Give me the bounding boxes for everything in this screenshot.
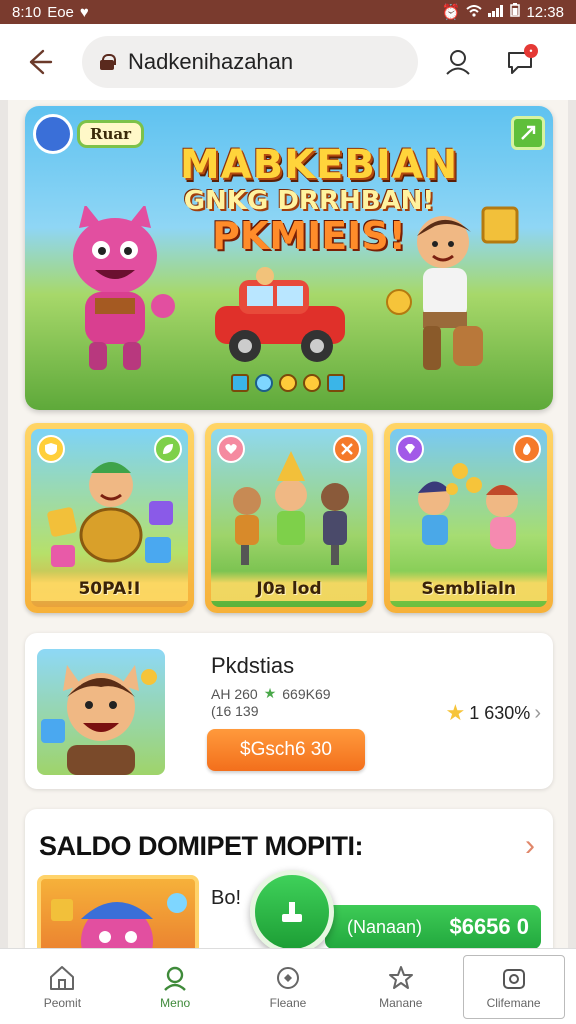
wallet-thumbnail — [37, 875, 199, 948]
game-thumbnail — [37, 649, 165, 775]
controller-icon — [276, 966, 299, 989]
red-car-illustration — [215, 267, 345, 362]
signal-icon — [488, 4, 504, 21]
nav-item-rewards[interactable]: Manane — [350, 955, 452, 1019]
notification-icon: ♥ — [79, 3, 89, 21]
treasure-character-illustration — [47, 462, 173, 567]
status-bar: 8:10 Eoe ♥ ⏰ 12:38 — [0, 0, 576, 24]
carousel-dot[interactable] — [255, 374, 273, 392]
share-icon — [521, 125, 536, 140]
camera-icon — [502, 968, 525, 989]
wifi-icon — [466, 4, 483, 21]
nav-item-home[interactable]: Peomit — [11, 955, 113, 1019]
url-text: Nadkenihazahan — [128, 49, 294, 74]
bottom-navigation: Peomit Meno Fleane Manane Clifemane — [0, 948, 576, 1024]
star-outline-icon: ★ — [263, 685, 277, 701]
carousel-indicators — [231, 374, 345, 392]
nav-label: Clifemane — [486, 995, 541, 1010]
game-stats: AH 260 ★ 669K69 — [211, 685, 331, 702]
category-card-2[interactable]: J0a lod — [204, 423, 374, 613]
wallet-account-name: (Nanaan) — [347, 916, 423, 937]
game-stat-value-2: 669K69 — [282, 685, 331, 702]
game-rating[interactable]: ★ 1 630% › — [446, 700, 541, 726]
user-circle-icon — [164, 966, 187, 991]
play-button[interactable]: $Gsch6 30 — [207, 729, 365, 771]
hero-title: MABKEBIAN — [179, 142, 459, 188]
home-icon — [50, 965, 75, 990]
featured-game-card[interactable]: Pkdstias AH 260 ★ 669K69 (16 139 $Gsch6 … — [25, 633, 553, 789]
star-icon: ★ — [445, 700, 466, 725]
wallet-balance: $6656 0 — [449, 914, 529, 939]
nav-item-games[interactable]: Fleane — [237, 955, 339, 1019]
wallet-title: SALDO DOMIPET MOPITI: — [39, 831, 364, 861]
main-content: Ruar MABKEBIAN GNKG DRRHBAN! PKMIEIS! 50… — [8, 100, 568, 948]
game-title: Pkdstias — [211, 653, 295, 678]
category-card-art: Semblialn — [390, 429, 548, 607]
nav-label: Manane — [379, 995, 423, 1010]
chevron-right-icon: › — [534, 701, 541, 724]
wallet-action-button[interactable] — [250, 870, 334, 948]
wallet-subtitle: Bo! — [211, 887, 242, 909]
messages-button[interactable]: • — [498, 40, 542, 84]
category-card-art: J0a lod — [210, 429, 368, 607]
nav-item-profile[interactable]: Clifemane — [462, 954, 565, 1019]
wallet-balance-bar[interactable]: (Nanaan) $6656 0 — [325, 905, 541, 948]
status-time-right: 12:38 — [526, 3, 564, 21]
alarm-icon: ⏰ — [441, 4, 461, 21]
carousel-dot[interactable] — [303, 374, 321, 392]
battery-icon — [510, 3, 521, 21]
arrow-left-icon — [29, 49, 53, 75]
category-cards: 50PA!I J0a lod Semblialn — [25, 423, 554, 613]
category-label: Semblialn — [390, 571, 548, 601]
category-label: J0a lod — [210, 571, 368, 601]
hero-banner[interactable]: Ruar MABKEBIAN GNKG DRRHBAN! PKMIEIS! — [25, 106, 553, 410]
back-button[interactable] — [16, 40, 60, 84]
status-carrier: Eoe — [47, 3, 74, 21]
carousel-dot[interactable] — [279, 374, 297, 392]
account-button[interactable] — [436, 40, 480, 84]
user-icon — [446, 50, 470, 75]
lock-icon — [100, 54, 116, 70]
carousel-dot[interactable] — [231, 374, 249, 392]
nav-label: Peomit — [43, 995, 82, 1010]
nav-item-menu[interactable]: Meno — [124, 955, 226, 1019]
notification-badge: • — [524, 44, 538, 58]
status-time-left: 8:10 — [12, 3, 42, 21]
game-character-illustration — [41, 665, 157, 775]
category-card-1[interactable]: 50PA!I — [25, 423, 194, 613]
pink-monster-illustration — [51, 893, 187, 948]
coin-kids-illustration — [418, 463, 519, 549]
carousel-dot[interactable] — [327, 374, 345, 392]
party-kids-illustration — [232, 451, 349, 565]
chevron-right-icon[interactable]: › — [525, 829, 535, 863]
game-reviews: (16 139 — [211, 703, 259, 719]
category-label: 50PA!I — [31, 571, 188, 601]
category-card-art: 50PA!I — [31, 429, 188, 607]
address-bar[interactable]: Nadkenihazahan — [82, 36, 418, 88]
nav-label: Fleane — [269, 995, 307, 1010]
browser-toolbar: Nadkenihazahan • — [0, 24, 576, 100]
kid-character-illustration — [386, 206, 519, 370]
nav-label: Meno — [160, 995, 191, 1010]
game-stat-value: AH 260 — [211, 685, 258, 702]
star-badge-icon — [388, 965, 413, 989]
upload-icon — [282, 902, 302, 922]
rating-value: 1 630% — [469, 702, 531, 723]
monster-character-illustration — [73, 206, 175, 370]
category-card-3[interactable]: Semblialn — [384, 423, 554, 613]
